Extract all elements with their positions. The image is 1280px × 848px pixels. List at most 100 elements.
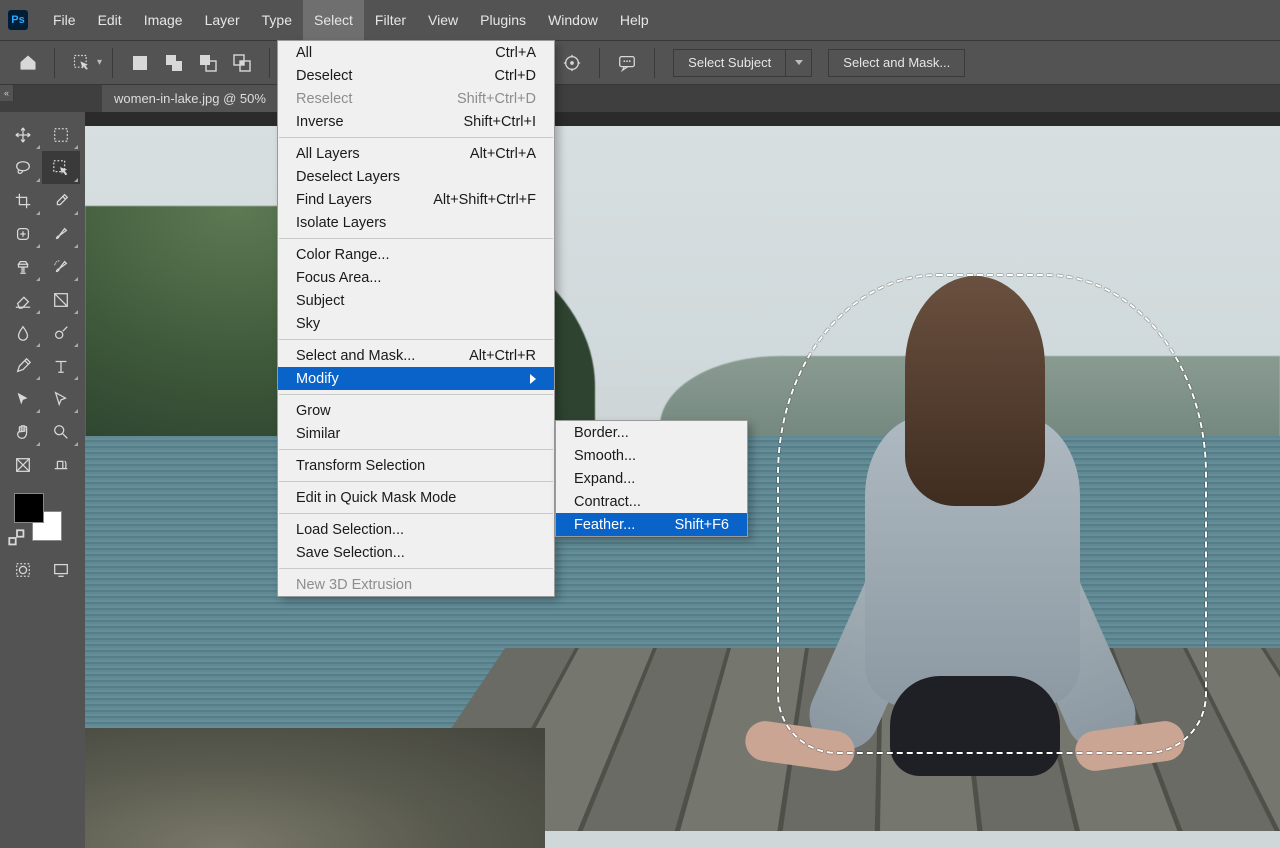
menu-window[interactable]: Window [537,0,609,40]
menu-item-select-and-mask[interactable]: Select and Mask...Alt+Ctrl+R [278,344,554,367]
menu-item-grow[interactable]: Grow [278,399,554,422]
move-icon [14,126,32,144]
enhance-edge-icon[interactable] [561,52,583,74]
menu-item-inverse[interactable]: InverseShift+Ctrl+I [278,110,554,133]
blur-icon [14,324,32,342]
submenu-item-border[interactable]: Border... [556,421,747,444]
separator [654,48,655,78]
select-subject-button[interactable]: Select Subject [673,49,786,77]
menu-view[interactable]: View [417,0,469,40]
tool-pen[interactable] [4,349,42,382]
three-d-icon [52,456,70,474]
document-tab[interactable]: women-in-lake.jpg @ 50% [102,85,280,112]
menu-type[interactable]: Type [251,0,303,40]
tool-eraser[interactable] [4,283,42,316]
menu-separator [279,568,553,569]
frame-icon [14,456,32,474]
menu-help[interactable]: Help [609,0,660,40]
tool-direct-select[interactable] [42,382,80,415]
feedback-icon[interactable] [616,52,638,74]
options-bar: ▾ Mode: Rectangle Select Subject Select … [0,40,1280,85]
menu-item-isolate-layers[interactable]: Isolate Layers [278,211,554,234]
modify-submenu-panel: Border...Smooth...Expand...Contract...Fe… [555,420,748,537]
tool-type[interactable] [42,349,80,382]
menu-item-find-layers[interactable]: Find LayersAlt+Shift+Ctrl+F [278,188,554,211]
menu-item-modify[interactable]: Modify [278,367,554,390]
tool-history-brush[interactable] [42,250,80,283]
tool-artboard[interactable] [42,118,80,151]
tool-dodge[interactable] [42,316,80,349]
tool-brush[interactable] [42,217,80,250]
menu-item-similar[interactable]: Similar [278,422,554,445]
screen-mode-icon[interactable] [42,553,80,586]
menubar: Ps File Edit Image Layer Type Select Fil… [0,0,1280,40]
menu-item-all[interactable]: AllCtrl+A [278,41,554,64]
menu-item-save-selection[interactable]: Save Selection... [278,541,554,564]
submenu-item-contract[interactable]: Contract... [556,490,747,513]
tool-gradient[interactable] [42,283,80,316]
tool-move[interactable] [4,118,42,151]
separator [599,48,600,78]
menu-item-load-selection[interactable]: Load Selection... [278,518,554,541]
menu-item-deselect-layers[interactable]: Deselect Layers [278,165,554,188]
dodge-icon [52,324,70,342]
add-selection-icon[interactable] [163,52,185,74]
menu-item-deselect[interactable]: DeselectCtrl+D [278,64,554,87]
menu-filter[interactable]: Filter [364,0,417,40]
tool-zoom[interactable] [42,415,80,448]
tool-healing[interactable] [4,217,42,250]
tool-hand[interactable] [4,415,42,448]
tool-lasso[interactable] [4,151,42,184]
menu-image[interactable]: Image [133,0,194,40]
tool-preset-picker[interactable] [71,52,93,74]
menu-item-focus-area[interactable]: Focus Area... [278,266,554,289]
tool-crop[interactable] [4,184,42,217]
menu-edit[interactable]: Edit [87,0,133,40]
menu-item-transform-selection[interactable]: Transform Selection [278,454,554,477]
menu-select[interactable]: Select [303,0,364,40]
menu-separator [279,481,553,482]
gradient-icon [52,291,70,309]
document-tabs: women-in-lake.jpg @ 50% [0,85,1280,112]
separator [112,48,113,78]
tool-frame[interactable] [4,448,42,481]
menu-item-all-layers[interactable]: All LayersAlt+Ctrl+A [278,142,554,165]
swap-colors-icon[interactable] [8,529,22,543]
menu-item-color-range[interactable]: Color Range... [278,243,554,266]
subtract-selection-icon[interactable] [197,52,219,74]
separator [54,48,55,78]
menu-item-subject[interactable]: Subject [278,289,554,312]
eyedropper-icon [52,192,70,210]
new-selection-icon[interactable] [129,52,151,74]
hand-icon [14,423,32,441]
menu-item-edit-in-quick-mask-mode[interactable]: Edit in Quick Mask Mode [278,486,554,509]
menu-plugins[interactable]: Plugins [469,0,537,40]
collapse-handle[interactable]: « [0,85,14,101]
app-icon: Ps [8,10,28,30]
home-button[interactable] [12,47,44,79]
tool-clone[interactable] [4,250,42,283]
foreground-color[interactable] [14,493,44,523]
menu-item-reselect: ReselectShift+Ctrl+D [278,87,554,110]
submenu-item-smooth[interactable]: Smooth... [556,444,747,467]
selection-marquee [777,274,1207,754]
select-subject-chevron[interactable] [786,49,812,77]
menu-separator [279,137,553,138]
tool-blur[interactable] [4,316,42,349]
tool-object-select[interactable] [42,151,80,184]
submenu-item-expand[interactable]: Expand... [556,467,747,490]
tool-path-select[interactable] [4,382,42,415]
submenu-item-feather[interactable]: Feather...Shift+F6 [556,513,747,536]
select-and-mask-button[interactable]: Select and Mask... [828,49,965,77]
menu-layer[interactable]: Layer [194,0,251,40]
menu-item-new-3d-extrusion: New 3D Extrusion [278,573,554,596]
intersect-selection-icon[interactable] [231,52,253,74]
eraser-icon [14,291,32,309]
menu-item-sky[interactable]: Sky [278,312,554,335]
tool-three-d[interactable] [42,448,80,481]
lasso-icon [14,159,32,177]
menu-file[interactable]: File [42,0,87,40]
home-icon [18,53,38,73]
tool-eyedropper[interactable] [42,184,80,217]
quick-mask-icon[interactable] [4,553,42,586]
